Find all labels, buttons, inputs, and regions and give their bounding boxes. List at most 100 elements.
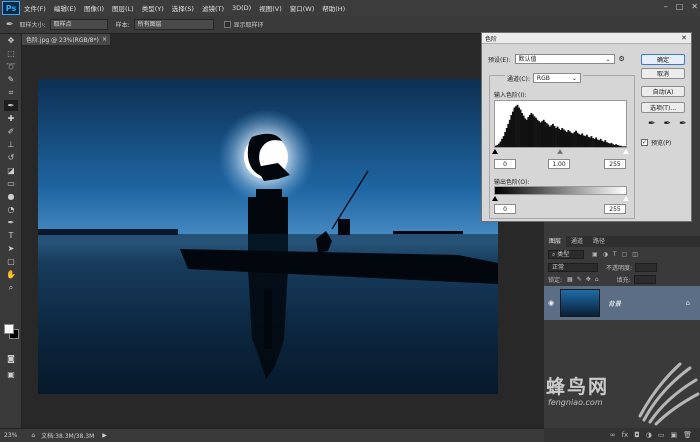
sample-size-select[interactable]: 取样点 [49, 19, 108, 30]
eyedropper-tool-icon[interactable]: ✒ [4, 100, 18, 111]
filter-shape-icon[interactable]: ▢ [622, 251, 628, 258]
filter-type-icon[interactable]: T [613, 251, 617, 258]
close-icon[interactable]: ✕ [681, 34, 687, 42]
cancel-button[interactable]: 取消 [641, 68, 685, 79]
opacity-field[interactable] [635, 262, 658, 272]
input-white-field[interactable]: 255 [604, 159, 626, 169]
crop-tool-icon[interactable]: ⌗ [4, 87, 18, 98]
white-eyedropper-icon[interactable]: ✒ [679, 119, 687, 129]
lock-all-icon[interactable]: ⌂ [595, 276, 599, 283]
link-layers-icon[interactable]: ∞ [610, 431, 616, 439]
input-black-field[interactable]: 0 [494, 159, 516, 169]
filter-pixel-icon[interactable]: ▣ [592, 251, 598, 258]
fill-field[interactable] [633, 274, 656, 284]
tab-layers[interactable]: 图层 [544, 236, 567, 247]
input-black-slider[interactable] [492, 149, 498, 154]
menu-filter[interactable]: 滤镜(T) [198, 3, 228, 13]
black-eyedropper-icon[interactable]: ✒ [648, 119, 656, 129]
doc-info-icon[interactable]: ⌂ [31, 432, 35, 439]
output-black-slider[interactable] [492, 196, 498, 201]
eyedropper-tool-icon[interactable]: ✒ [6, 20, 14, 30]
layer-row-background[interactable]: ◉ 背景 ⌂ [544, 286, 700, 320]
marquee-tool-icon[interactable]: ⬚ [4, 48, 18, 59]
show-ring-checkbox[interactable] [223, 21, 231, 28]
menu-help[interactable]: 帮助(H) [318, 3, 349, 13]
foreground-color-swatch[interactable] [4, 324, 14, 334]
minimize-button[interactable]: – [664, 2, 668, 11]
eraser-tool-icon[interactable]: ◪ [4, 165, 18, 176]
options-button[interactable]: 选项(T)... [641, 102, 685, 113]
filter-smart-icon[interactable]: ◫ [632, 251, 638, 258]
history-brush-icon[interactable]: ↺ [4, 152, 18, 163]
pen-tool-icon[interactable]: ✒ [4, 217, 18, 228]
lock-label: 锁定: [548, 276, 563, 284]
tab-paths[interactable]: 路径 [588, 236, 610, 247]
tab-channels[interactable]: 通道 [566, 236, 588, 247]
close-window-button[interactable]: ✕ [691, 2, 698, 11]
gray-eyedropper-icon[interactable]: ✒ [664, 119, 672, 129]
stamp-tool-icon[interactable]: ⊥ [4, 139, 18, 150]
menu-type[interactable]: 类型(Y) [138, 3, 168, 13]
path-select-tool-icon[interactable]: ➤ [4, 243, 18, 254]
quick-select-tool-icon[interactable]: ✎ [4, 74, 18, 85]
new-layer-icon[interactable]: ▣ [670, 431, 677, 439]
zoom-tool-icon[interactable]: ⌕ [4, 282, 18, 293]
menu-view[interactable]: 视图(V) [255, 3, 286, 13]
brush-tool-icon[interactable]: ✐ [4, 126, 18, 137]
filter-adjust-icon[interactable]: ◑ [603, 251, 608, 258]
maximize-button[interactable]: □ [676, 2, 684, 11]
menu-window[interactable]: 窗口(W) [286, 3, 319, 13]
new-group-icon[interactable]: ▭ [658, 431, 665, 439]
menu-select[interactable]: 选择(S) [168, 3, 198, 13]
document-title: 色阶.jpg @ 23%(RGB/8*) [26, 37, 99, 44]
add-mask-icon[interactable]: ◘ [634, 431, 640, 439]
preview-checkbox[interactable]: ✓ [641, 139, 648, 146]
visibility-eye-icon[interactable]: ◉ [548, 299, 554, 307]
menu-file[interactable]: 文件(F) [20, 3, 50, 13]
lasso-tool-icon[interactable]: ➰ [4, 61, 18, 72]
output-black-field[interactable]: 0 [494, 204, 516, 214]
levels-titlebar[interactable]: 色阶 ✕ [482, 33, 691, 44]
menu-image[interactable]: 图像(I) [80, 3, 108, 13]
input-gamma-slider[interactable] [557, 149, 563, 154]
menu-edit[interactable]: 编辑(E) [50, 3, 80, 13]
photo-canvas [38, 79, 498, 394]
output-white-slider[interactable] [623, 196, 629, 201]
output-white-field[interactable]: 255 [604, 204, 626, 214]
document-info: 文档:38.3M/38.3M [41, 433, 95, 440]
auto-button[interactable]: 自动(A) [641, 86, 685, 97]
lock-move-icon[interactable]: ✥ [586, 276, 591, 283]
layer-kind-filter[interactable]: ⌕ 类型 [548, 249, 584, 259]
document-tab[interactable]: 色阶.jpg @ 23%(RGB/8*) × [22, 34, 110, 45]
preset-gear-icon[interactable]: ⚙ [619, 55, 625, 63]
blend-mode-select[interactable]: 正常 [548, 262, 598, 272]
input-white-slider[interactable] [623, 149, 629, 154]
type-tool-icon[interactable]: T [4, 230, 18, 241]
shape-tool-icon[interactable]: ▢ [4, 256, 18, 267]
move-tool-icon[interactable]: ✥ [4, 35, 18, 46]
layer-style-icon[interactable]: fx [622, 431, 629, 439]
blur-tool-icon[interactable]: ● [4, 191, 18, 202]
preset-select[interactable]: 默认值 ⌄ [514, 54, 615, 64]
layer-name: 背景 [608, 300, 621, 308]
menu-layer[interactable]: 图层(L) [108, 3, 138, 13]
close-icon[interactable]: × [102, 36, 107, 43]
channel-select[interactable]: RGB ⌄ [532, 73, 581, 83]
ok-button[interactable]: 确定 [641, 54, 685, 65]
screen-mode-icon[interactable]: ▣ [4, 369, 18, 380]
status-menu-arrow-icon[interactable]: ▶ [102, 432, 107, 439]
menu-3d[interactable]: 3D(D) [228, 4, 255, 12]
quick-mask-icon[interactable]: ◙ [4, 353, 18, 364]
zoom-level[interactable]: 23% [4, 432, 17, 439]
lock-pixels-icon[interactable]: ▦ [567, 276, 573, 283]
adjustment-layer-icon[interactable]: ◑ [646, 431, 652, 439]
delete-layer-icon[interactable]: 🗑 [683, 431, 692, 439]
sample-select[interactable]: 所有图层 [133, 19, 214, 30]
lock-brush-icon[interactable]: ✎ [577, 276, 582, 283]
canvas-area[interactable] [22, 45, 544, 428]
gradient-tool-icon[interactable]: ▭ [4, 178, 18, 189]
healing-tool-icon[interactable]: ✚ [4, 113, 18, 124]
input-gamma-field[interactable]: 1.00 [548, 159, 570, 169]
hand-tool-icon[interactable]: ✋ [4, 269, 18, 280]
dodge-tool-icon[interactable]: ◔ [4, 204, 18, 215]
